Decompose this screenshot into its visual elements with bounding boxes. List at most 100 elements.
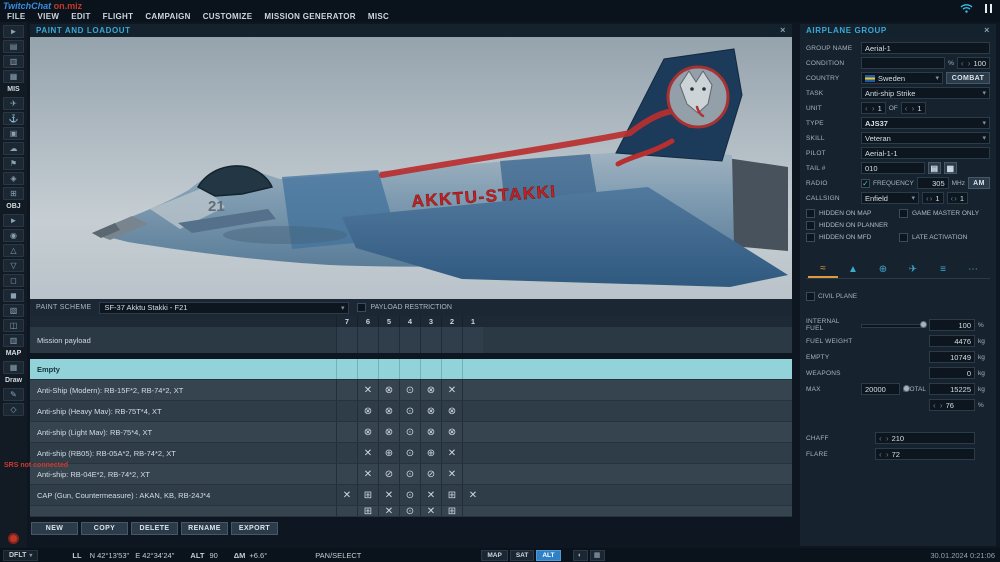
tab-route[interactable]: ≈ bbox=[808, 261, 838, 278]
clipboard-icon[interactable]: ▤ bbox=[928, 162, 941, 174]
new-button[interactable]: NEW bbox=[31, 522, 78, 535]
skill-select[interactable]: Veteran ▾ bbox=[861, 132, 990, 144]
alt-view-button[interactable]: ALT bbox=[536, 549, 561, 561]
game-master-only-checkbox[interactable] bbox=[899, 209, 908, 218]
map-options-icon[interactable]: ▦ bbox=[3, 361, 24, 374]
menu-item[interactable]: MISSION GENERATOR bbox=[258, 11, 361, 22]
menu-item[interactable]: FILE bbox=[1, 11, 32, 22]
loadout-preset-row[interactable]: Empty bbox=[30, 359, 792, 380]
max-weight-value[interactable]: 20000 bbox=[861, 383, 900, 395]
map-view-button[interactable]: MAP bbox=[481, 549, 508, 561]
tab-targeting[interactable]: ⊕ bbox=[868, 261, 898, 278]
slider-handle[interactable] bbox=[902, 385, 910, 392]
stepper-arrows-icon[interactable]: ‹ › bbox=[933, 401, 944, 410]
coord-format-select[interactable]: DFLT ▾ bbox=[3, 549, 39, 561]
loadout-preset-row[interactable]: CAP (Gun, Countermeasure) : AKAN, KB, RB… bbox=[30, 485, 792, 506]
grid-overlay-icon[interactable]: ▦ bbox=[589, 549, 605, 561]
loadout-preset-row[interactable]: Anti-ship: RB-04E*2, RB-74*2, XT ✕ ⊘ ⊙ ⊘… bbox=[30, 464, 792, 485]
radio-checkbox[interactable] bbox=[861, 178, 870, 188]
roads-icon[interactable]: ▥ bbox=[3, 334, 24, 347]
vehicle-icon[interactable]: ▣ bbox=[3, 127, 24, 140]
stepper-arrows-icon[interactable]: ‹ › bbox=[865, 104, 876, 113]
callsign-flight-stepper[interactable]: ‹› 1 bbox=[922, 192, 944, 204]
loadout-preset-row[interactable]: Anti-ship (Heavy Mav): RB-75T*4, XT ⊗ ⊗ … bbox=[30, 401, 792, 422]
close-icon[interactable]: × bbox=[984, 26, 990, 35]
menu-item[interactable]: EDIT bbox=[65, 11, 96, 22]
template-icon[interactable]: ▽ bbox=[3, 259, 24, 272]
save-mission-icon[interactable]: ▦ bbox=[3, 70, 24, 83]
new-mission-icon[interactable]: ▤ bbox=[3, 40, 24, 53]
gun-ammo-stepper[interactable]: ‹ › 76 bbox=[929, 399, 975, 411]
menu-item[interactable]: VIEW bbox=[32, 11, 66, 22]
hidden-on-planner-checkbox[interactable] bbox=[806, 221, 815, 230]
pause-icon[interactable] bbox=[985, 3, 992, 13]
group-name-input[interactable]: Aerial-1 bbox=[861, 42, 990, 54]
pointer-icon[interactable]: ► bbox=[3, 25, 24, 38]
draw-tool-icon[interactable]: ✎ bbox=[3, 388, 24, 401]
flag-icon[interactable]: ⚑ bbox=[3, 157, 24, 170]
tab-more[interactable]: ⋯ bbox=[958, 261, 988, 278]
static-object-icon[interactable]: △ bbox=[3, 244, 24, 257]
weather-icon[interactable]: ☁ bbox=[3, 142, 24, 155]
ship-icon[interactable]: ⚓ bbox=[3, 112, 24, 125]
target-icon[interactable]: ◉ bbox=[3, 229, 24, 242]
flare-stepper[interactable]: ‹ › 72 bbox=[875, 448, 975, 460]
export-button[interactable]: EXPORT bbox=[231, 522, 278, 535]
callsign-unit-stepper[interactable]: ‹› 1 bbox=[946, 192, 968, 204]
brightness-icon[interactable]: ◐ bbox=[572, 549, 588, 561]
book-icon[interactable]: ▦ bbox=[944, 162, 957, 174]
grid-icon[interactable]: ⊞ bbox=[3, 187, 24, 200]
sat-view-button[interactable]: SAT bbox=[509, 549, 535, 561]
unit-total-stepper[interactable]: ‹ › 1 bbox=[900, 102, 926, 114]
hidden-on-planner-toggle[interactable]: HIDDEN ON PLANNER bbox=[806, 221, 897, 230]
aircraft-icon[interactable]: ✈ bbox=[3, 97, 24, 110]
shape-tool-icon[interactable]: ◇ bbox=[3, 403, 24, 416]
menu-item[interactable]: CUSTOMIZE bbox=[197, 11, 259, 22]
internal-fuel-slider[interactable] bbox=[861, 320, 928, 330]
late-activation-checkbox[interactable] bbox=[899, 233, 908, 242]
menu-item[interactable]: FLIGHT bbox=[97, 11, 140, 22]
mission-payload-row[interactable]: Mission payload bbox=[30, 327, 792, 353]
payload-restriction-toggle[interactable]: PAYLOAD RESTRICTION bbox=[357, 303, 452, 312]
group-icon[interactable]: ▧ bbox=[3, 304, 24, 317]
pilot-input[interactable]: Aerial-1-1 bbox=[861, 147, 990, 159]
internal-fuel-value[interactable]: 100 bbox=[929, 319, 975, 331]
unit-count-stepper[interactable]: ‹ › 1 bbox=[861, 102, 886, 114]
loadout-preset-row[interactable]: ⊞ ✕ ⊙ ✕ ⊞ bbox=[30, 506, 792, 517]
hidden-on-mfd-checkbox[interactable] bbox=[806, 233, 815, 242]
slider-handle[interactable] bbox=[920, 321, 928, 328]
fuel-weight-value[interactable]: 4476 bbox=[929, 335, 975, 347]
country-select[interactable]: Sweden ▾ bbox=[861, 72, 943, 84]
condition-stepper[interactable]: ‹ › 100 bbox=[956, 57, 990, 69]
open-mission-icon[interactable]: ▥ bbox=[3, 55, 24, 68]
tail-number-input[interactable]: 010 bbox=[861, 162, 925, 174]
type-select[interactable]: AJS37 ▾ bbox=[861, 117, 990, 129]
hidden-on-map-toggle[interactable]: HIDDEN ON MAP bbox=[806, 209, 897, 218]
chaff-stepper[interactable]: ‹ › 210 bbox=[875, 432, 975, 444]
menu-item[interactable]: MISC bbox=[362, 11, 395, 22]
stepper-arrows-icon[interactable]: ‹› bbox=[951, 194, 958, 203]
stepper-arrows-icon[interactable]: ‹› bbox=[926, 194, 933, 203]
loadout-preset-row[interactable]: Anti-Ship (Modern): RB-15F*2, RB-74*2, X… bbox=[30, 380, 792, 401]
close-icon[interactable]: × bbox=[780, 26, 786, 35]
paint-scheme-select[interactable]: SF-37 Akktu Stakki - F21 ▾ bbox=[99, 301, 350, 314]
stepper-arrows-icon[interactable]: ‹ › bbox=[879, 450, 890, 459]
callsign-select[interactable]: Enfield ▾ bbox=[861, 192, 919, 204]
payload-restriction-checkbox[interactable] bbox=[357, 303, 367, 312]
copy-button[interactable]: COPY bbox=[81, 522, 128, 535]
tab-aircraft[interactable]: ✈ bbox=[898, 261, 928, 278]
stepper-arrows-icon[interactable]: ‹ › bbox=[961, 59, 972, 68]
aircraft-3d-preview[interactable]: AKKTU-STAKKI 21 bbox=[30, 37, 792, 299]
unit-list-icon[interactable]: ► bbox=[3, 214, 24, 227]
trigger-zone-icon[interactable]: ◈ bbox=[3, 172, 24, 185]
tab-hazard[interactable]: ▲ bbox=[838, 261, 868, 278]
frequency-input[interactable]: 305 bbox=[916, 177, 949, 189]
stepper-arrows-icon[interactable]: ‹ › bbox=[905, 104, 916, 113]
game-master-only-toggle[interactable]: GAME MASTER ONLY bbox=[899, 209, 990, 218]
building-icon[interactable]: ◻ bbox=[3, 274, 24, 287]
stepper-arrows-icon[interactable]: ‹ › bbox=[879, 434, 890, 443]
loadout-preset-row[interactable]: Anti-ship (Light Mav): RB-75*4, XT ⊗ ⊗ ⊙… bbox=[30, 422, 792, 443]
delete-button[interactable]: DELETE bbox=[131, 522, 178, 535]
rename-button[interactable]: RENAME bbox=[181, 522, 228, 535]
combat-button[interactable]: COMBAT bbox=[946, 72, 990, 84]
